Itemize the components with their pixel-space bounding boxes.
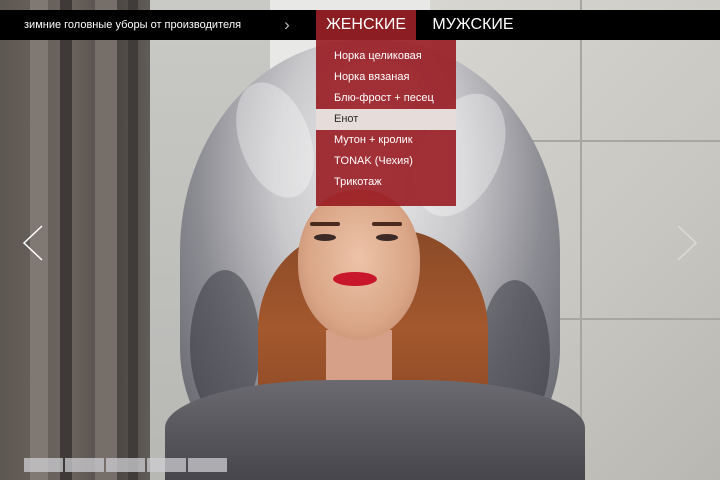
fur-collar: [165, 380, 585, 480]
pager-dot-1[interactable]: [24, 458, 63, 472]
tab-women[interactable]: ЖЕНСКИЕ: [316, 10, 416, 40]
menu-item-mouton-rabbit[interactable]: Мутон + кролик: [316, 130, 456, 151]
face: [298, 190, 420, 340]
women-category-menu: Норка целиковая Норка вязаная Блю-фрост …: [316, 40, 456, 206]
chevron-right-icon[interactable]: ›: [279, 10, 295, 40]
lips: [333, 272, 377, 286]
menu-item-mink-whole[interactable]: Норка целиковая: [316, 46, 456, 67]
tab-men[interactable]: МУЖСКИЕ: [418, 10, 528, 40]
menu-item-tonak[interactable]: TONAK (Чехия): [316, 151, 456, 172]
pager-dot-2[interactable]: [65, 458, 104, 472]
right-eye: [376, 234, 398, 241]
tab-men-label: МУЖСКИЕ: [432, 16, 514, 33]
menu-item-knitwear[interactable]: Трикотаж: [316, 172, 456, 193]
chevron-left-icon: [22, 225, 43, 261]
menu-item-mink-knitted[interactable]: Норка вязаная: [316, 67, 456, 88]
left-eye: [314, 234, 336, 241]
site-tagline: зимние головные уборы от производителя: [24, 19, 242, 31]
tab-women-label: ЖЕНСКИЕ: [325, 16, 407, 33]
pager-dot-3[interactable]: [106, 458, 145, 472]
chevron-right-icon: [677, 225, 698, 261]
pager-dot-5[interactable]: [188, 458, 227, 472]
right-eyebrow: [372, 222, 402, 226]
menu-item-raccoon[interactable]: Енот: [316, 109, 456, 130]
menu-item-bluefrost-fox[interactable]: Блю-фрост + песец: [316, 88, 456, 109]
slider-prev-button[interactable]: [22, 225, 44, 261]
pager-dot-4[interactable]: [147, 458, 186, 472]
slider-next-button[interactable]: [676, 225, 698, 261]
left-eyebrow: [310, 222, 340, 226]
top-nav-bar: зимние головные уборы от производителя ›…: [0, 10, 720, 40]
